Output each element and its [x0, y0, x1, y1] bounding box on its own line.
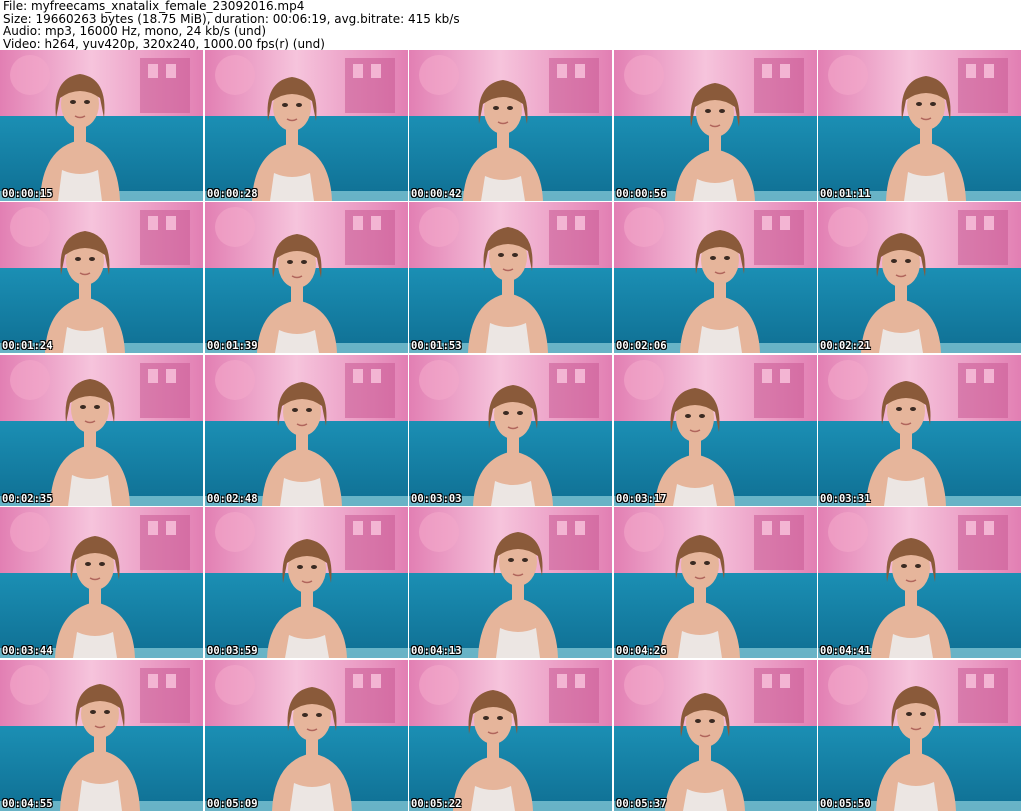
frame-timestamp: 00:03:17	[616, 493, 667, 505]
thumbnail-grid: 00:00:15 00:00:28 00:00:42 00:00:56 00:0…	[0, 50, 1024, 811]
video-thumbnail: 00:05:09	[205, 660, 408, 811]
file-info: File: myfreecams_xnatalix_female_2309201…	[3, 0, 460, 50]
frame-image	[614, 660, 817, 811]
frame-timestamp: 00:03:44	[2, 645, 53, 657]
video-thumbnail: 00:04:55	[0, 660, 203, 811]
video-thumbnail: 00:05:22	[409, 660, 612, 811]
file-name-line: File: myfreecams_xnatalix_female_2309201…	[3, 0, 305, 13]
frame-image	[205, 202, 408, 353]
frame-timestamp: 00:01:53	[411, 340, 462, 352]
video-thumbnail: 00:04:13	[409, 507, 612, 658]
frame-timestamp: 00:00:42	[411, 188, 462, 200]
frame-timestamp: 00:03:59	[207, 645, 258, 657]
video-thumbnail: 00:00:56	[614, 50, 817, 201]
video-thumbnail: 00:04:26	[614, 507, 817, 658]
video-thumbnail: 00:03:03	[409, 355, 612, 506]
video-line: Video: h264, yuv420p, 320x240, 1000.00 f…	[3, 36, 325, 51]
frame-timestamp: 00:04:55	[2, 798, 53, 810]
frame-image	[614, 202, 817, 353]
frame-image	[409, 507, 612, 658]
frame-image	[0, 660, 203, 811]
frame-timestamp: 00:01:39	[207, 340, 258, 352]
frame-image	[614, 50, 817, 201]
frame-timestamp: 00:01:24	[2, 340, 53, 352]
frame-timestamp: 00:00:15	[2, 188, 53, 200]
frame-image	[205, 660, 408, 811]
frame-image	[614, 507, 817, 658]
frame-timestamp: 00:03:31	[820, 493, 871, 505]
frame-image	[614, 355, 817, 506]
video-thumbnail: 00:01:53	[409, 202, 612, 353]
video-thumbnail: 00:04:41	[818, 507, 1021, 658]
frame-timestamp: 00:05:09	[207, 798, 258, 810]
audio-line: Audio: mp3, 16000 Hz, mono, 24 kb/s (und…	[3, 24, 267, 38]
frame-image	[409, 50, 612, 201]
frame-image	[205, 507, 408, 658]
video-thumbnail: 00:03:31	[818, 355, 1021, 506]
video-thumbnail: 00:00:42	[409, 50, 612, 201]
video-thumbnail: 00:01:11	[818, 50, 1021, 201]
frame-timestamp: 00:00:56	[616, 188, 667, 200]
frame-timestamp: 00:01:11	[820, 188, 871, 200]
frame-image	[205, 355, 408, 506]
frame-image	[818, 50, 1021, 201]
frame-image	[818, 660, 1021, 811]
video-thumbnail: 00:03:59	[205, 507, 408, 658]
frame-timestamp: 00:05:37	[616, 798, 667, 810]
frame-image	[818, 507, 1021, 658]
frame-image	[818, 355, 1021, 506]
video-thumbnail: 00:05:50	[818, 660, 1021, 811]
video-thumbnail: 00:01:24	[0, 202, 203, 353]
video-thumbnail: 00:03:17	[614, 355, 817, 506]
frame-image	[0, 507, 203, 658]
frame-timestamp: 00:05:50	[820, 798, 871, 810]
video-thumbnail: 00:00:15	[0, 50, 203, 201]
frame-timestamp: 00:03:03	[411, 493, 462, 505]
video-thumbnail: 00:02:48	[205, 355, 408, 506]
frame-timestamp: 00:04:13	[411, 645, 462, 657]
frame-image	[409, 660, 612, 811]
frame-image	[205, 50, 408, 201]
video-thumbnail: 00:03:44	[0, 507, 203, 658]
frame-timestamp: 00:02:06	[616, 340, 667, 352]
video-thumbnail: 00:02:21	[818, 202, 1021, 353]
frame-timestamp: 00:05:22	[411, 798, 462, 810]
frame-image	[0, 355, 203, 506]
frame-image	[409, 202, 612, 353]
frame-timestamp: 00:04:26	[616, 645, 667, 657]
frame-timestamp: 00:02:48	[207, 493, 258, 505]
frame-timestamp: 00:00:28	[207, 188, 258, 200]
frame-image	[0, 50, 203, 201]
frame-timestamp: 00:04:41	[820, 645, 871, 657]
frame-image	[0, 202, 203, 353]
frame-timestamp: 00:02:21	[820, 340, 871, 352]
video-thumbnail: 00:02:35	[0, 355, 203, 506]
video-thumbnail: 00:02:06	[614, 202, 817, 353]
video-thumbnail: 00:05:37	[614, 660, 817, 811]
frame-image	[409, 355, 612, 506]
video-thumbnail: 00:00:28	[205, 50, 408, 201]
video-thumbnail: 00:01:39	[205, 202, 408, 353]
frame-image	[818, 202, 1021, 353]
frame-timestamp: 00:02:35	[2, 493, 53, 505]
